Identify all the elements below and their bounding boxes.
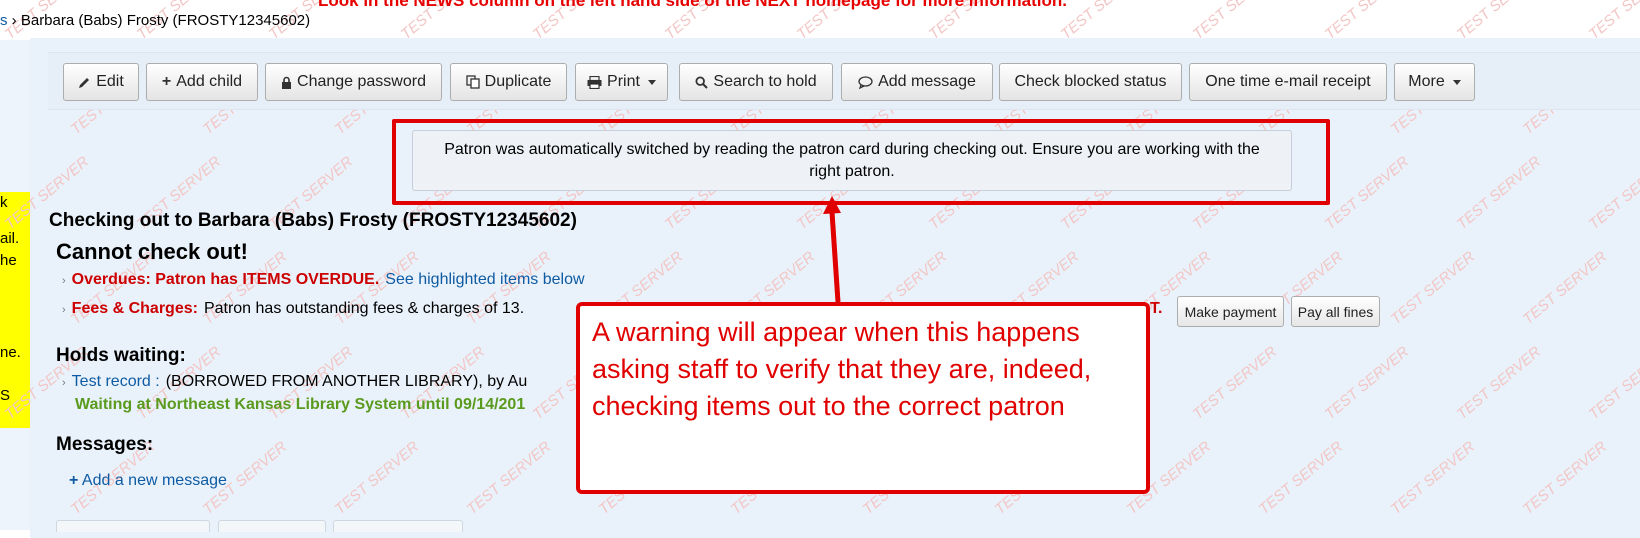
annotation-callout: A warning will appear when this happens …	[576, 302, 1150, 494]
callout-text: A warning will appear when this happens …	[592, 317, 1092, 421]
